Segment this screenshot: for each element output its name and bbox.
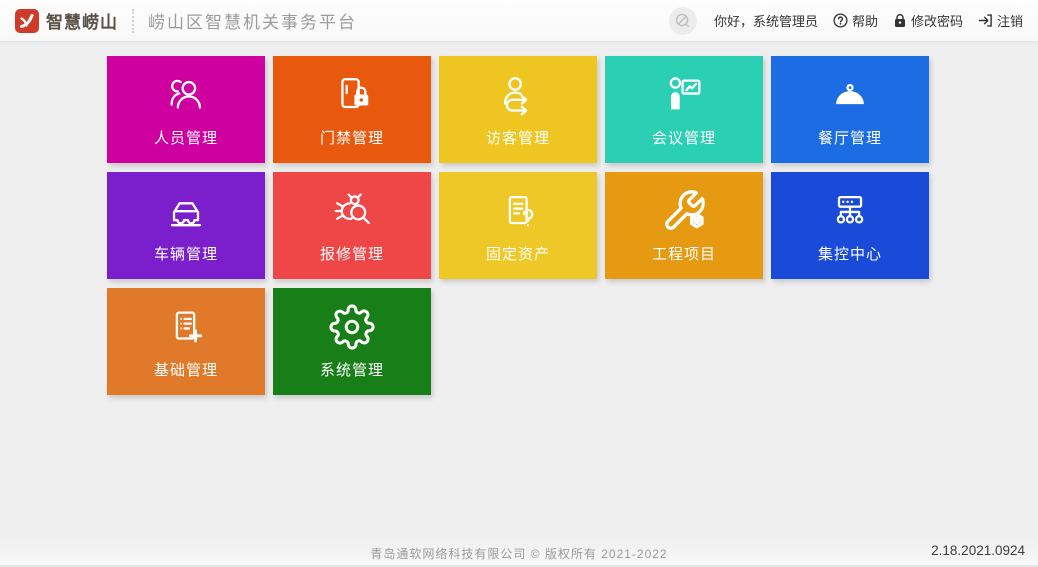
tile-meeting[interactable]: 会议管理: [605, 56, 763, 163]
footer: 青岛通软网络科技有限公司 © 版权所有 2021-2022 2.18.2021.…: [0, 537, 1038, 567]
people-icon: [163, 72, 209, 118]
bug-search-icon: [329, 188, 375, 234]
door-lock-icon: [329, 72, 375, 118]
visitor-arrows-icon: [495, 72, 541, 118]
tile-engineering[interactable]: 工程项目: [605, 172, 763, 279]
tile-label: 固定资产: [486, 243, 550, 264]
logout-label: 注销: [997, 11, 1023, 30]
document-question-icon: [495, 188, 541, 234]
food-cloche-icon: [827, 72, 873, 118]
wrench-nut-icon: [661, 188, 707, 234]
tile-label: 访客管理: [486, 127, 550, 148]
tile-label: 车辆管理: [154, 243, 218, 264]
tile-fixed-assets[interactable]: 固定资产: [439, 172, 597, 279]
tile-system-management[interactable]: 系统管理: [273, 288, 431, 395]
user-avatar[interactable]: [669, 7, 697, 35]
brand-name: 智慧崂山: [46, 8, 118, 33]
tile-visitor[interactable]: 访客管理: [439, 56, 597, 163]
tile-control-center[interactable]: 集控中心: [771, 172, 929, 279]
logout-menu-item[interactable]: 注销: [978, 11, 1023, 30]
version-number: 2.18.2021.0924: [931, 543, 1025, 558]
header-divider: [132, 9, 134, 33]
tile-personnel[interactable]: 人员管理: [107, 56, 265, 163]
tile-repair[interactable]: 报修管理: [273, 172, 431, 279]
copyright-text: 青岛通软网络科技有限公司 © 版权所有 2021-2022: [0, 545, 1038, 562]
tile-label: 会议管理: [652, 127, 716, 148]
help-icon: [833, 13, 848, 28]
tile-access-control[interactable]: 门禁管理: [273, 56, 431, 163]
tile-label: 集控中心: [818, 243, 882, 264]
tile-restaurant[interactable]: 餐厅管理: [771, 56, 929, 163]
tile-label: 门禁管理: [320, 127, 384, 148]
logout-icon: [978, 13, 993, 28]
platform-title: 崂山区智慧机关事务平台: [148, 8, 357, 33]
change-password-label: 修改密码: [911, 11, 963, 30]
gear-icon: [329, 304, 375, 350]
top-header: 智慧崂山 崂山区智慧机关事务平台 你好，系统管理员 帮助: [0, 0, 1038, 42]
car-icon: [163, 188, 209, 234]
tile-basic-management[interactable]: 基础管理: [107, 288, 265, 395]
tile-label: 工程项目: [652, 243, 716, 264]
help-label: 帮助: [852, 11, 878, 30]
tile-label: 系统管理: [320, 359, 384, 380]
tile-label: 报修管理: [320, 243, 384, 264]
tile-label: 人员管理: [154, 127, 218, 148]
tile-vehicle[interactable]: 车辆管理: [107, 172, 265, 279]
user-greeting: 你好，系统管理员: [714, 11, 818, 30]
lock-icon: [893, 13, 907, 28]
help-menu-item[interactable]: 帮助: [833, 11, 878, 30]
brand-logo-icon: [15, 9, 39, 33]
brand[interactable]: 智慧崂山: [15, 8, 118, 33]
tile-label: 基础管理: [154, 359, 218, 380]
document-plus-icon: [163, 304, 209, 350]
network-hub-icon: [827, 188, 873, 234]
app-tile-grid: 人员管理 门禁管理 访客管理 会议管理: [107, 56, 929, 395]
presentation-icon: [661, 72, 707, 118]
tile-label: 餐厅管理: [818, 127, 882, 148]
change-password-menu-item[interactable]: 修改密码: [893, 11, 963, 30]
